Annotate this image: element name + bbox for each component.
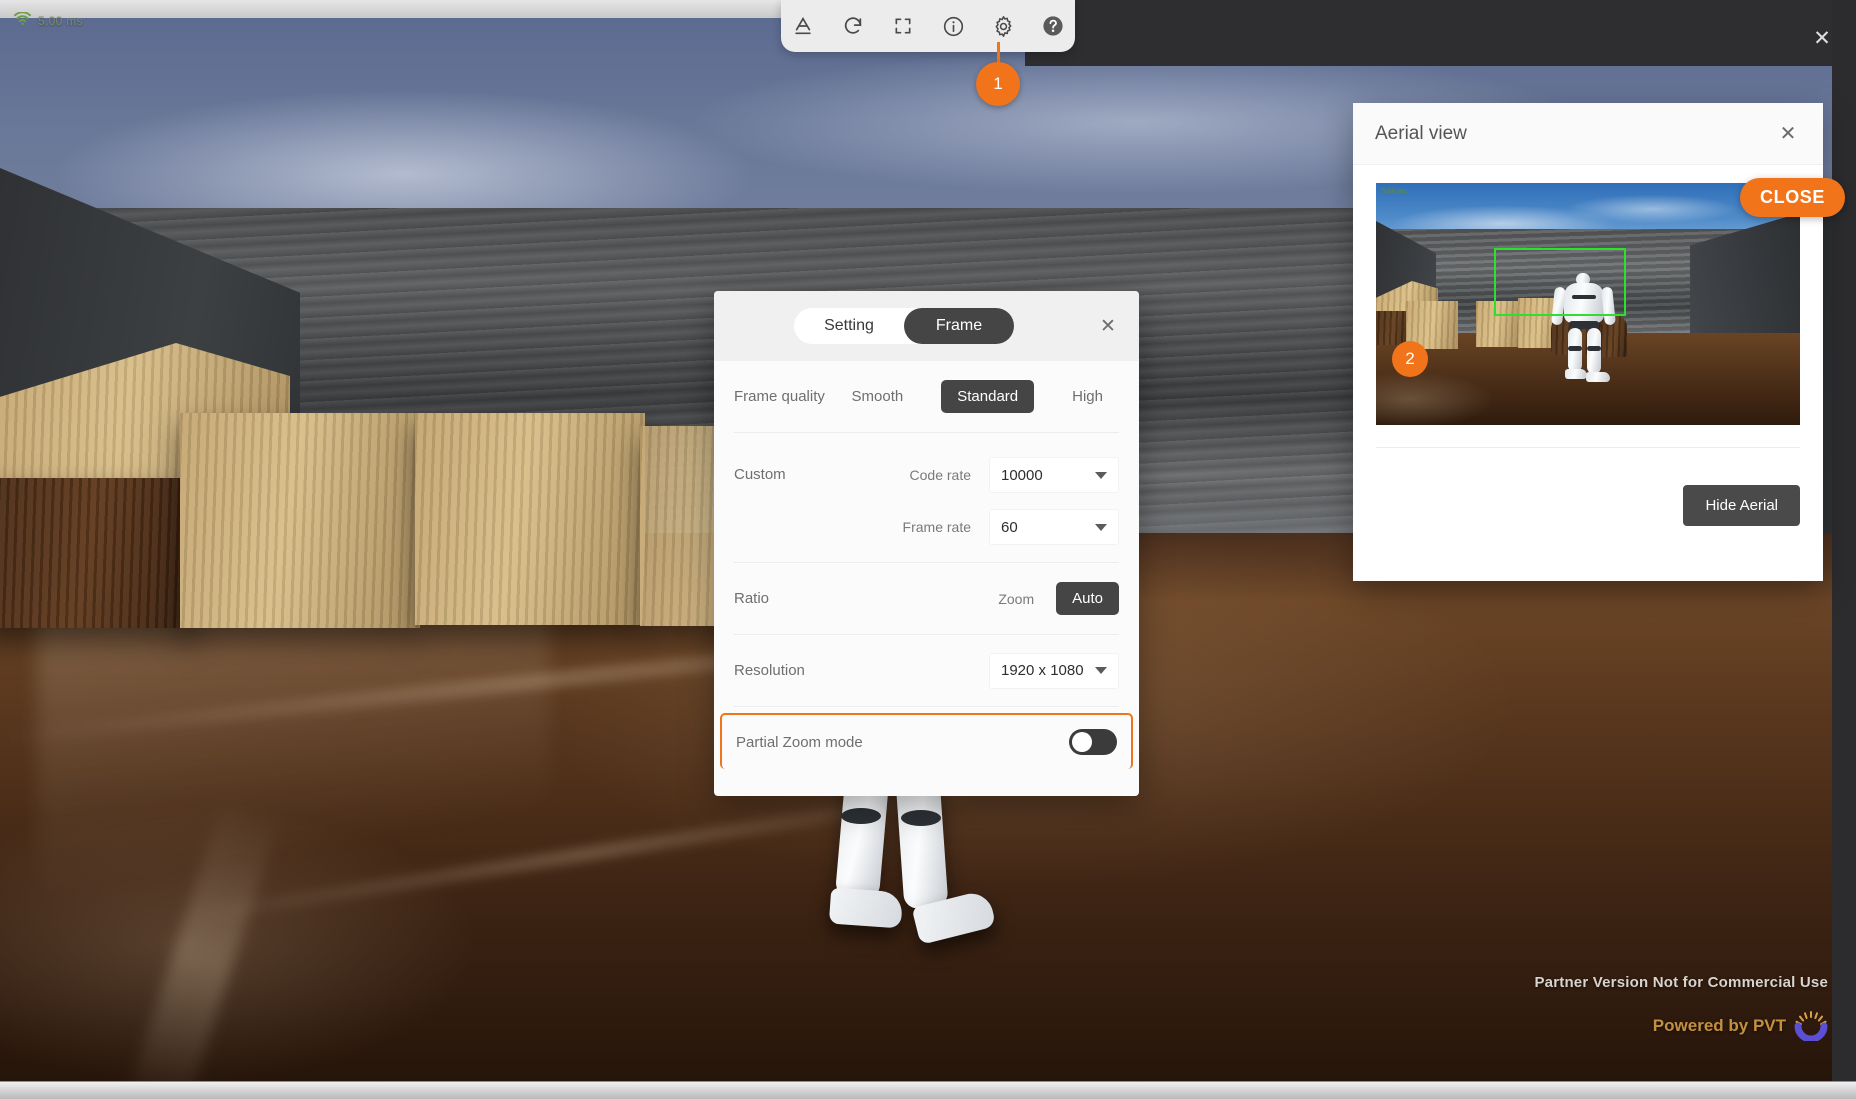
tab-setting[interactable]: Setting	[794, 308, 904, 344]
partial-zoom-label: Partial Zoom mode	[736, 733, 863, 751]
frame-quality-label: Frame quality	[734, 388, 825, 405]
top-toolbar	[781, 0, 1075, 52]
partial-zoom-toggle[interactable]	[1069, 729, 1117, 755]
robot-knee-joint	[841, 808, 881, 824]
custom-label: Custom	[734, 466, 786, 483]
scene-crate	[415, 413, 645, 625]
robot-knee-joint	[901, 810, 941, 826]
dialog-tab-group: Setting Frame	[794, 308, 1014, 344]
frame-quality-standard[interactable]: Standard	[941, 380, 1035, 413]
chevron-down-icon	[1095, 667, 1107, 674]
aerial-view-panel: Aerial view ✕ 5.00 ms 2 Hide Aerial	[1353, 103, 1823, 581]
toggle-knob	[1072, 732, 1092, 752]
window-bottom-chrome	[0, 1081, 1856, 1099]
code-rate-label: Code rate	[909, 467, 971, 483]
resolution-label: Resolution	[734, 662, 805, 679]
app-root: 5.00 ms ✕ 1 Setting Frame ✕ Frame qualit…	[0, 0, 1856, 1099]
window-close-button[interactable]: ✕	[1808, 24, 1836, 52]
close-callout-badge: CLOSE	[1740, 178, 1846, 217]
robot-right-foot	[1586, 372, 1610, 382]
frame-settings-dialog: Setting Frame ✕ Frame quality Smooth Sta…	[714, 291, 1139, 796]
frame-quality-options: Smooth Standard High	[836, 380, 1119, 413]
latency-hud: 5.00 ms	[14, 11, 83, 30]
floor-reflection	[122, 795, 281, 1081]
aerial-header: Aerial view ✕	[1353, 103, 1823, 165]
chevron-down-icon	[1095, 523, 1107, 531]
info-icon[interactable]	[938, 11, 968, 41]
resolution-select[interactable]: 1920 x 1080	[989, 652, 1119, 689]
code-rate-select[interactable]: 10000	[989, 457, 1119, 493]
ratio-options: Zoom Auto	[998, 582, 1119, 615]
aerial-preview[interactable]: 5.00 ms 2	[1376, 183, 1800, 425]
code-rate-field: Code rate 10000	[903, 457, 1119, 493]
row-ratio: Ratio Zoom Auto	[734, 563, 1119, 635]
fullscreen-icon[interactable]	[888, 11, 918, 41]
scene-crate	[0, 478, 195, 628]
row-resolution: Resolution 1920 x 1080	[734, 635, 1119, 707]
step-badge-1: 1	[976, 62, 1020, 106]
robot-right-leg	[895, 776, 949, 910]
dialog-header: Setting Frame ✕	[714, 291, 1139, 361]
refresh-icon[interactable]	[838, 11, 868, 41]
row-partial-zoom-mode[interactable]: Partial Zoom mode	[720, 713, 1133, 769]
latency-value: 5.00 ms	[38, 14, 83, 28]
robot-right-knee	[1587, 346, 1601, 351]
aerial-title: Aerial view	[1375, 122, 1467, 144]
frame-quality-high[interactable]: High	[1056, 380, 1119, 413]
chevron-down-icon	[1095, 471, 1107, 479]
dialog-body: Frame quality Smooth Standard High Custo…	[714, 361, 1139, 769]
text-format-icon[interactable]	[788, 11, 818, 41]
row-frame-quality: Frame quality Smooth Standard High	[734, 361, 1119, 433]
step-badge-2: 2	[1392, 341, 1428, 377]
aerial-divider	[1376, 447, 1800, 448]
gear-icon[interactable]	[988, 11, 1018, 41]
help-icon[interactable]	[1038, 11, 1068, 41]
wifi-icon	[14, 11, 31, 30]
ratio-zoom-label[interactable]: Zoom	[998, 591, 1034, 607]
tab-frame[interactable]: Frame	[904, 308, 1014, 344]
window-right-chrome	[1832, 0, 1856, 1099]
robot-left-foot	[1565, 369, 1587, 379]
frame-rate-value: 60	[1001, 518, 1018, 536]
robot-left-knee	[1568, 346, 1582, 351]
aerial-preview-hud: 5.00 ms	[1382, 188, 1407, 195]
frame-rate-select[interactable]: 60	[989, 509, 1119, 545]
ratio-label: Ratio	[734, 590, 770, 607]
frame-quality-smooth[interactable]: Smooth	[836, 380, 920, 413]
resolution-control: 1920 x 1080	[989, 652, 1119, 689]
robot-right-leg	[1587, 328, 1601, 374]
viewport-rect[interactable]	[1494, 248, 1626, 316]
resolution-value: 1920 x 1080	[1001, 662, 1084, 679]
row-custom: Custom Code rate 10000 Frame rate 60	[734, 433, 1119, 563]
dialog-close-button[interactable]: ✕	[1095, 313, 1121, 339]
frame-rate-label: Frame rate	[902, 519, 971, 535]
frame-rate-field: Frame rate 60	[903, 509, 1119, 545]
window-top-dark-strip	[1025, 0, 1856, 66]
ratio-auto-button[interactable]: Auto	[1056, 582, 1119, 615]
code-rate-value: 10000	[1001, 466, 1043, 484]
aerial-close-button[interactable]: ✕	[1775, 121, 1801, 147]
hide-aerial-button[interactable]: Hide Aerial	[1683, 485, 1800, 526]
custom-fields: Code rate 10000 Frame rate 60	[903, 457, 1119, 545]
scene-crate	[180, 413, 420, 628]
